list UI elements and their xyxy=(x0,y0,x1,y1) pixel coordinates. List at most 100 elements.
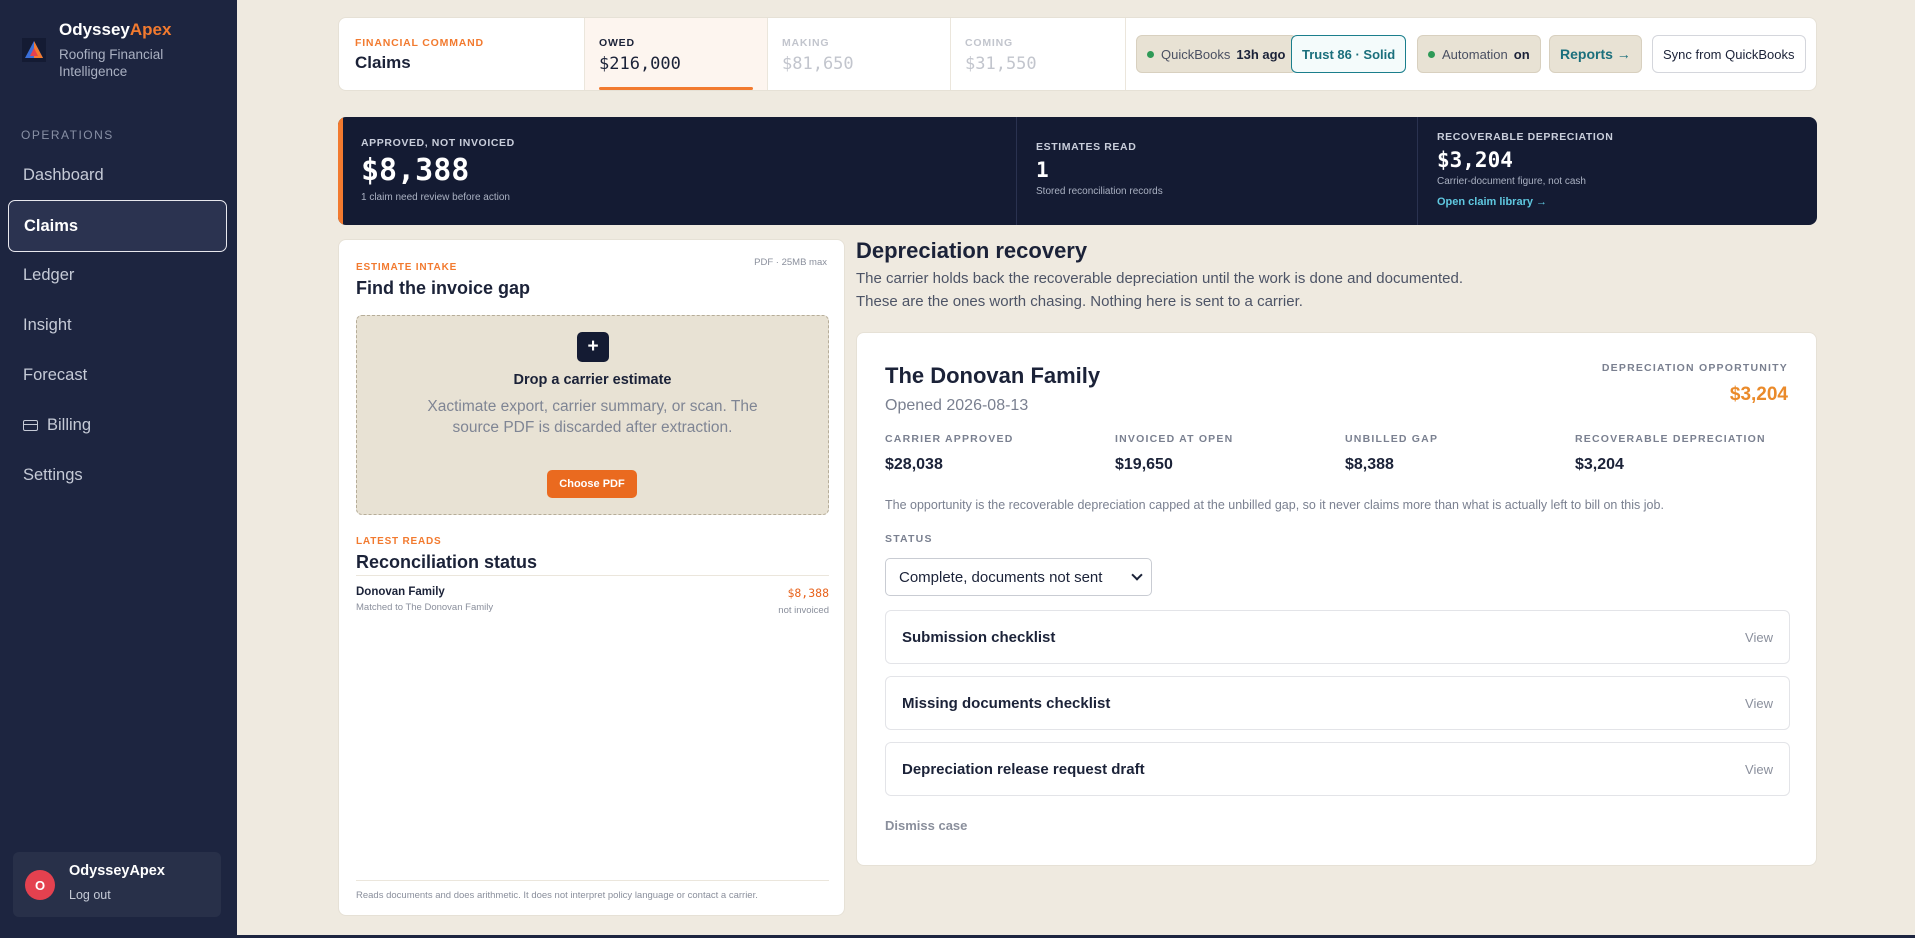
sidebar-item-label: Billing xyxy=(47,415,92,434)
recoverable-depreciation: RECOVERABLE DEPRECIATION $3,204 Carrier-… xyxy=(1437,131,1613,225)
metric-value: $216,000 xyxy=(599,54,681,74)
plus-icon: + xyxy=(577,332,609,362)
logout-link[interactable]: Log out xyxy=(69,888,111,902)
sidebar: OdysseyApex Roofing Financial Intelligen… xyxy=(0,0,237,938)
depreciation-release-request-draft[interactable]: Depreciation release request draft View xyxy=(885,742,1790,796)
brand[interactable]: OdysseyApex Roofing Financial Intelligen… xyxy=(20,18,230,88)
sidebar-item-forecast[interactable]: Forecast xyxy=(8,350,227,400)
view-link[interactable]: View xyxy=(1745,630,1773,645)
band-label: RECOVERABLE DEPRECIATION xyxy=(1437,131,1614,143)
page-title: Claims xyxy=(355,53,411,72)
sidebar-item-insight[interactable]: Insight xyxy=(8,300,227,350)
dismiss-case-button[interactable]: Dismiss case xyxy=(885,818,967,833)
metric-value: $81,650 xyxy=(782,54,854,74)
sidebar-item-label: Insight xyxy=(23,315,72,334)
reads-title: Reconciliation status xyxy=(356,552,538,572)
automation-status[interactable]: Automation on xyxy=(1417,35,1541,73)
field-invoiced-at-open: INVOICED AT OPEN $19,650 xyxy=(1115,433,1335,474)
field-value: $3,204 xyxy=(1575,456,1624,473)
quickbooks-age: 13h ago xyxy=(1236,46,1286,62)
view-link[interactable]: View xyxy=(1745,762,1773,777)
intake-header: ESTIMATE INTAKE Find the invoice gap xyxy=(356,262,530,299)
field-label: UNBILLED GAP xyxy=(1345,433,1439,445)
brand-name-part1: Odyssey xyxy=(59,20,130,39)
opportunity-value: $3,204 xyxy=(1729,384,1788,405)
automation-label: Automation xyxy=(1442,46,1508,62)
top-bar-actions: QuickBooks 13h ago Trust 86 · Solid Auto… xyxy=(1125,18,1817,90)
sidebar-item-dashboard[interactable]: Dashboard xyxy=(8,150,227,200)
dropzone-title: Drop a carrier estimate xyxy=(513,372,672,388)
metric-label: MAKING xyxy=(782,37,830,49)
case-opened-date: Opened 2026-08-13 xyxy=(885,397,1029,414)
field-label: CARRIER APPROVED xyxy=(885,433,1014,445)
submission-checklist[interactable]: Submission checklist View xyxy=(885,610,1790,664)
sidebar-item-billing[interactable]: Billing xyxy=(8,400,227,450)
status-dot-icon xyxy=(1147,50,1154,58)
field-carrier-approved: CARRIER APPROVED $28,038 xyxy=(885,433,1105,474)
sidebar-item-label: Forecast xyxy=(23,365,88,384)
view-link[interactable]: View xyxy=(1745,696,1773,711)
metric-making[interactable]: MAKING $81,650 xyxy=(767,18,950,90)
divider xyxy=(1417,117,1418,225)
avatar: O xyxy=(25,870,55,900)
reads-header: LATEST READS Reconciliation status xyxy=(356,536,537,573)
page-eyebrow: FINANCIAL COMMAND xyxy=(355,37,484,49)
description-line: The carrier holds back the recoverable d… xyxy=(856,270,1464,287)
list-item[interactable]: Donovan Family $8,388 Matched to The Don… xyxy=(356,575,829,616)
accordion-title: Depreciation release request draft xyxy=(902,761,1145,778)
approved-not-invoiced: APPROVED, NOT INVOICED $8,388 1 claim ne… xyxy=(361,137,515,225)
reconciliation-state: not invoiced xyxy=(778,605,829,616)
automation-state: on xyxy=(1513,46,1530,62)
band-label: ESTIMATES READ xyxy=(1036,141,1137,153)
brand-subtitle: Roofing Financial Intelligence xyxy=(59,47,164,79)
estimates-read: ESTIMATES READ 1 Stored reconciliation r… xyxy=(1036,141,1163,225)
sidebar-item-claims[interactable]: Claims xyxy=(8,200,227,252)
sidebar-item-label: Claims xyxy=(24,216,79,235)
field-value: $28,038 xyxy=(885,456,943,473)
opportunity-label: DEPRECIATION OPPORTUNITY xyxy=(1601,362,1788,374)
sidebar-item-label: Dashboard xyxy=(23,165,104,184)
band-value: $3,204 xyxy=(1437,148,1513,172)
metric-coming[interactable]: COMING $31,550 xyxy=(950,18,1133,90)
status-dot-icon xyxy=(1428,50,1435,58)
summary-band: APPROVED, NOT INVOICED $8,388 1 claim ne… xyxy=(338,117,1817,225)
band-sub: 1 claim need review before action xyxy=(361,192,510,203)
mountain-logo-icon xyxy=(22,38,46,62)
metric-owed[interactable]: OWED $216,000 xyxy=(584,18,767,90)
page-title-block: FINANCIAL COMMAND Claims xyxy=(355,37,484,73)
dropzone-description: Xactimate export, carrier summary, or sc… xyxy=(427,398,758,436)
quickbooks-status[interactable]: QuickBooks 13h ago xyxy=(1136,35,1297,73)
status-select[interactable]: Complete, documents not sent xyxy=(885,558,1152,596)
missing-documents-checklist[interactable]: Missing documents checklist View xyxy=(885,676,1790,730)
field-unbilled-gap: UNBILLED GAP $8,388 xyxy=(1345,433,1565,474)
sidebar-nav: Dashboard Claims Ledger Insight Forecast… xyxy=(8,150,227,500)
sync-quickbooks-button[interactable]: Sync from QuickBooks xyxy=(1652,35,1806,73)
estimate-intake-card: PDF · 25MB max ESTIMATE INTAKE Find the … xyxy=(338,239,845,916)
metric-label: OWED xyxy=(599,37,635,49)
intake-eyebrow: ESTIMATE INTAKE xyxy=(356,262,458,273)
credit-card-icon xyxy=(23,419,38,431)
band-sub: Carrier-document figure, not cash xyxy=(1437,176,1586,187)
user-name: OdysseyApex xyxy=(69,863,165,879)
opportunity-note: The opportunity is the recoverable depre… xyxy=(885,498,1664,512)
band-label: APPROVED, NOT INVOICED xyxy=(361,137,515,149)
band-sub: Stored reconciliation records xyxy=(1036,186,1163,197)
sidebar-item-label: Settings xyxy=(23,465,83,484)
depreciation-case-card: The Donovan Family Opened 2026-08-13 DEP… xyxy=(856,332,1817,866)
accent-edge xyxy=(338,117,343,225)
reports-button[interactable]: Reports → xyxy=(1549,35,1642,73)
case-name: The Donovan Family xyxy=(885,363,1101,388)
field-recoverable-depreciation: RECOVERABLE DEPRECIATION $3,204 xyxy=(1575,433,1795,474)
trust-score-badge[interactable]: Trust 86 · Solid xyxy=(1291,35,1407,73)
sidebar-item-settings[interactable]: Settings xyxy=(8,450,227,500)
quickbooks-label: QuickBooks xyxy=(1161,46,1231,62)
pdf-dropzone[interactable]: + Drop a carrier estimate Xactimate expo… xyxy=(356,315,829,515)
field-value: $19,650 xyxy=(1115,456,1173,473)
open-claim-library-link[interactable]: Open claim library → xyxy=(1437,196,1613,208)
depreciation-title: Depreciation recovery xyxy=(856,238,1088,263)
choose-pdf-button[interactable]: Choose PDF xyxy=(547,470,637,498)
sidebar-item-ledger[interactable]: Ledger xyxy=(8,250,227,300)
description-line: These are the ones worth chasing. Nothin… xyxy=(856,293,1303,310)
reconciliation-match: Matched to The Donovan Family xyxy=(356,602,494,613)
depreciation-description: The carrier holds back the recoverable d… xyxy=(856,267,1463,313)
